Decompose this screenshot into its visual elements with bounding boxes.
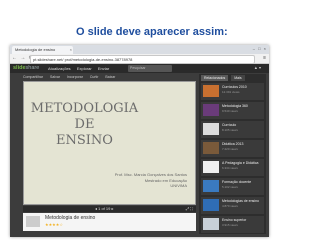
address-bar-row: ← → ⟳ pt.slideshare.net/ prof/metodologi…: [10, 54, 269, 64]
document-title: Metodologia de ensino: [45, 215, 96, 221]
browser-menu-icon[interactable]: ≡: [263, 55, 266, 61]
slide-pager[interactable]: ◂ 1 of 19 ▸: [95, 206, 113, 212]
site-header: slideshare Atualizações Explorar Enviar …: [10, 64, 269, 73]
tab-related[interactable]: Relacionados: [201, 75, 229, 81]
related-item[interactable]: Ensino superior 3.915 views: [201, 216, 264, 233]
share-button[interactable]: Compartilhar: [23, 75, 43, 79]
embed-button[interactable]: Incorporar: [67, 75, 83, 79]
related-item-title: Formação docente: [222, 180, 252, 184]
save-button[interactable]: Salvar: [50, 75, 60, 79]
url-field[interactable]: pt.slideshare.net/ prof/metodologia-de-e…: [30, 55, 255, 64]
rating-stars[interactable]: ★★★★☆: [45, 222, 63, 227]
related-item-title: A Pedagogia e Didática: [222, 161, 259, 165]
related-item-title: Metodologias de ensino: [222, 199, 259, 203]
author-avatar[interactable]: [26, 216, 40, 227]
search-input[interactable]: Pesquisar: [128, 65, 172, 72]
slide-author-block: Prof. Msc. Marcia Gonçalves dos Santos M…: [115, 172, 187, 189]
related-item-thumbnail: [203, 123, 219, 135]
related-item-views: 7.220 views: [222, 147, 238, 151]
related-item-views: 3.915 views: [222, 223, 238, 227]
related-item-views: 6.334 views: [222, 166, 238, 170]
related-item-thumbnail: [203, 199, 219, 211]
related-item-thumbnail: [203, 180, 219, 192]
related-item-title: Ensino superior: [222, 218, 247, 222]
document-info: Metodologia de ensino ★★★★☆: [23, 213, 196, 231]
slideshare-logo[interactable]: slideshare: [13, 65, 39, 71]
slide-author-name: Prof. Msc. Marcia Gonçalves dos Santos: [114, 172, 187, 177]
slide-title: METODOLOGIA DE ENSINO: [24, 101, 145, 149]
browser-tab-title: Metodologia de ensino: [15, 47, 56, 52]
fullscreen-icon[interactable]: ⤢ ⛶: [186, 206, 193, 212]
related-item-thumbnail: [203, 104, 219, 116]
sidebar-tabs: Relacionados Mais: [201, 75, 247, 81]
related-item-views: 8.105 views: [222, 128, 238, 132]
related-item[interactable]: Metodologia 360 9.540 views: [201, 102, 264, 119]
slide-title-line2: ENSINO: [56, 133, 113, 148]
site-nav: Atualizações Explorar Enviar: [48, 66, 114, 71]
nav-updates[interactable]: Atualizações: [48, 66, 71, 71]
related-item-title: Currículos 2010: [222, 85, 247, 89]
slide-author-institution: UNIVIMA: [170, 183, 187, 188]
browser-window: Metodologia de ensino × – □ × ← → ⟳ pt.s…: [10, 45, 269, 237]
slide-controls: ◂ 1 of 19 ▸ ⤢ ⛶: [23, 206, 196, 212]
download-button[interactable]: Baixar: [105, 75, 115, 79]
related-item-title: Metodologia 360: [222, 104, 248, 108]
window-controls[interactable]: – □ ×: [253, 46, 267, 51]
related-item-title: Didática 2013: [222, 142, 244, 146]
related-item-views: 4.870 views: [222, 204, 238, 208]
related-item-title: Currículo: [222, 123, 237, 127]
related-item[interactable]: Metodologias de ensino 4.870 views: [201, 197, 264, 214]
page-caption: O slide deve aparecer assim:: [76, 26, 228, 38]
like-button[interactable]: Curtir: [90, 75, 99, 79]
related-item[interactable]: Currículo 8.105 views: [201, 121, 264, 138]
related-item-views: 12.391 views: [222, 90, 240, 94]
related-item-thumbnail: [203, 85, 219, 97]
tab-strip: Metodologia de ensino × – □ ×: [10, 45, 269, 54]
user-menu-icon[interactable]: ▲ ▾: [254, 65, 261, 70]
logo-accent: share: [25, 65, 40, 71]
slide-title-line1: METODOLOGIA DE: [30, 101, 139, 132]
related-item-thumbnail: [203, 142, 219, 154]
related-item-thumbnail: [203, 161, 219, 173]
tab-more[interactable]: Mais: [231, 75, 245, 81]
related-item-thumbnail: [203, 218, 219, 230]
slide-viewer[interactable]: METODOLOGIA DE ENSINO Prof. Msc. Marcia …: [23, 81, 196, 205]
related-item[interactable]: A Pedagogia e Didática 6.334 views: [201, 159, 264, 176]
related-item-views: 9.540 views: [222, 109, 238, 113]
close-tab-icon[interactable]: ×: [70, 46, 72, 54]
related-sidebar: Relacionados Mais Currículos 2010 12.391 …: [199, 74, 266, 234]
related-item-views: 5.102 views: [222, 185, 238, 189]
browser-tab[interactable]: Metodologia de ensino ×: [12, 46, 73, 54]
nav-explore[interactable]: Explorar: [77, 66, 92, 71]
slide-toolbar: Compartilhar Salvar Incorporar Curtir Ba…: [23, 74, 196, 80]
logo-main: slide: [13, 65, 26, 71]
related-item[interactable]: Didática 2013 7.220 views: [201, 140, 264, 157]
related-item[interactable]: Formação docente 5.102 views: [201, 178, 264, 195]
related-item[interactable]: Currículos 2010 12.391 views: [201, 83, 264, 100]
nav-upload[interactable]: Enviar: [98, 66, 109, 71]
